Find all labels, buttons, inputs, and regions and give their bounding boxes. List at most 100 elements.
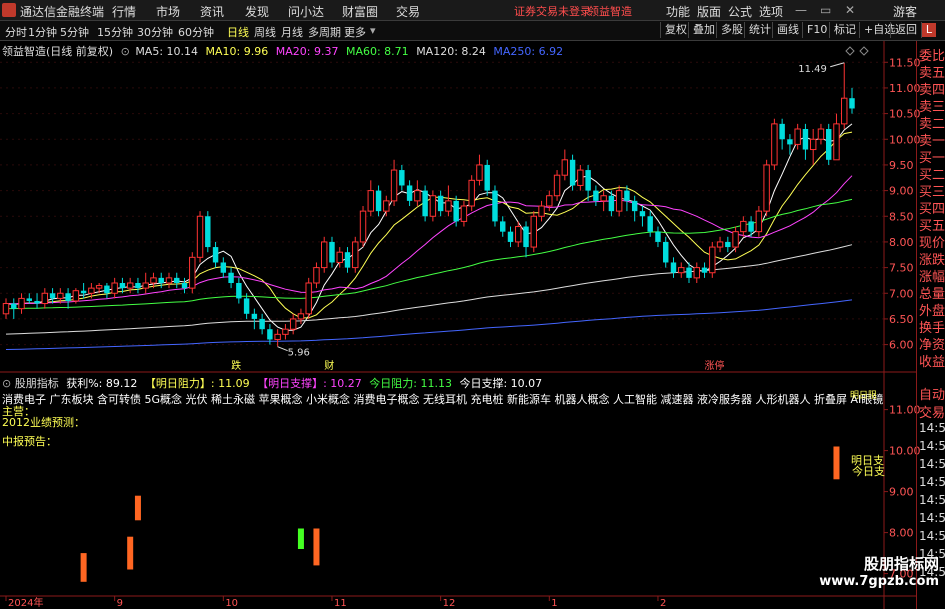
x-axis: 2024年 9 10 11 12 1 2 — [5, 596, 666, 609]
menu-options[interactable]: 选项 — [759, 3, 783, 20]
tab-more-dropdown-icon[interactable]: ▾ — [370, 24, 376, 37]
tick-time: 14:56 — [919, 457, 945, 471]
adjust-price-button[interactable]: 复权 — [660, 22, 691, 38]
candle-body — [352, 241, 359, 269]
candle-body — [375, 190, 382, 212]
candle-body — [344, 252, 351, 268]
f10-button[interactable]: F10 — [802, 22, 831, 38]
candle-body — [701, 267, 708, 273]
candle-body — [849, 98, 855, 109]
candle-body — [104, 285, 110, 294]
candle-body — [523, 226, 529, 248]
stock-name-alert[interactable]: 领益智造 — [588, 3, 632, 19]
order-book-row: 收益 — [919, 355, 945, 370]
auto-trade-label[interactable]: 自动 — [919, 384, 945, 403]
candle-body — [383, 200, 390, 212]
menu-bar: 通达信金融终端 行情 市场 资讯 发现 问小达 财富圈 交易 证券交易未登录 领… — [0, 0, 945, 21]
candle-body — [624, 190, 630, 201]
x-tick-label: 11 — [334, 598, 347, 609]
high-pointer — [830, 62, 845, 68]
concept-tags: 消费电子 广东板块 含可转债 5G概念 光伏 稀土永磁 苹果概念 小米概念 消费… — [2, 393, 884, 406]
back-button[interactable]: 返回 — [890, 22, 922, 38]
x-tick-label: 12 — [443, 598, 456, 609]
mark-button[interactable]: 标记 — [829, 22, 860, 38]
candle-body — [809, 138, 817, 151]
tick-time: 14:56 — [919, 439, 945, 453]
tab-60min[interactable]: 60分钟 — [178, 24, 214, 40]
candle-body — [771, 123, 778, 166]
window-maximize-icon[interactable]: ▭ — [820, 3, 831, 17]
candle-body — [725, 241, 731, 248]
menu-news[interactable]: 资讯 — [200, 3, 224, 20]
candle-body — [740, 220, 747, 233]
y-tick-label: 9.00 — [889, 185, 914, 198]
x-tick-label: 2 — [660, 598, 666, 609]
indicator-settings-icon[interactable]: ⊙ — [2, 377, 11, 390]
menu-wealth-circle[interactable]: 财富圈 — [342, 3, 378, 20]
candle-body — [647, 216, 653, 232]
candle-body — [817, 128, 825, 140]
statistics-button[interactable]: 统计 — [744, 22, 775, 38]
settings-icon[interactable]: ⊙ — [121, 45, 130, 58]
draw-line-button[interactable]: 画线 — [772, 22, 803, 38]
tab-monthly[interactable]: 月线 — [281, 24, 303, 40]
next-support-label: 【明日支撑】: 10.27 — [257, 377, 362, 390]
kline-chart[interactable]: 11.5011.0010.5010.009.509.008.508.007.50… — [0, 41, 945, 609]
candle-body — [142, 282, 149, 289]
ma5-line — [5, 123, 853, 331]
tab-more[interactable]: 更多 — [344, 24, 366, 40]
app-logo-icon — [2, 3, 16, 17]
candle-body — [41, 292, 49, 305]
stock-title: 领益智造(日线 前复权) — [2, 45, 114, 58]
menu-function[interactable]: 功能 — [666, 3, 690, 20]
candle-body — [445, 200, 452, 212]
candle-body — [833, 123, 840, 161]
tab-daily[interactable]: 日线 — [227, 24, 249, 40]
menu-ask-xiaoda[interactable]: 问小达 — [288, 3, 324, 20]
tab-30min[interactable]: 30分钟 — [137, 24, 173, 40]
y-tick-label: 7.00 — [889, 287, 914, 300]
window-minimize-icon[interactable]: — — [795, 3, 807, 17]
candle-body — [569, 159, 576, 186]
watermark-url: www.7gpzb.com — [819, 574, 939, 589]
candle-body — [390, 169, 398, 202]
trade-login-status[interactable]: 证券交易未登录 — [514, 3, 591, 19]
y-tick-label: 7.50 — [889, 262, 914, 275]
tab-intraday[interactable]: 分时 — [5, 24, 27, 40]
tab-15min[interactable]: 15分钟 — [97, 24, 133, 40]
menu-formula[interactable]: 公式 — [728, 3, 752, 20]
ma5-label: MA5: 10.14 — [135, 45, 199, 58]
ma10-label: MA10: 9.96 — [205, 45, 269, 58]
guest-label[interactable]: 游客 — [893, 3, 917, 20]
candle-body — [18, 297, 25, 310]
menu-quotes[interactable]: 行情 — [112, 3, 136, 20]
sub-y-tick-label: 9.00 — [889, 486, 914, 499]
window-close-icon[interactable]: ✕ — [845, 3, 855, 17]
y-tick-label: 6.50 — [889, 313, 914, 326]
tab-5min[interactable]: 5分钟 — [60, 24, 89, 40]
moving-average-lines — [5, 123, 853, 350]
tab-1min[interactable]: 1分钟 — [28, 24, 57, 40]
candle-body — [267, 329, 273, 340]
candle-body — [57, 292, 64, 299]
candle-body — [399, 170, 405, 186]
candle-body — [126, 282, 134, 289]
auto-trade-label[interactable]: 交易 — [919, 402, 945, 421]
next-resistance-label: 【明日阻力】: 11.09 — [144, 377, 250, 390]
multi-stock-button[interactable]: 多股 — [716, 22, 747, 38]
app-title: 通达信金融终端 — [20, 5, 105, 19]
overlay-button[interactable]: 叠加 — [688, 22, 719, 38]
menu-trade[interactable]: 交易 — [396, 3, 420, 20]
l-badge[interactable]: L — [922, 23, 936, 37]
event-marker: 财 — [324, 359, 334, 372]
y-tick-label: 9.50 — [889, 159, 914, 172]
tab-multi-period[interactable]: 多周期 — [308, 24, 341, 40]
menu-market[interactable]: 市场 — [156, 3, 180, 20]
tab-weekly[interactable]: 周线 — [254, 24, 276, 40]
candle-body — [158, 277, 164, 283]
x-tick-label: 1 — [551, 598, 557, 609]
menu-layout[interactable]: 版面 — [697, 3, 721, 20]
candle-body — [174, 277, 180, 283]
menu-discover[interactable]: 发现 — [245, 3, 269, 20]
candle-body — [663, 241, 669, 263]
